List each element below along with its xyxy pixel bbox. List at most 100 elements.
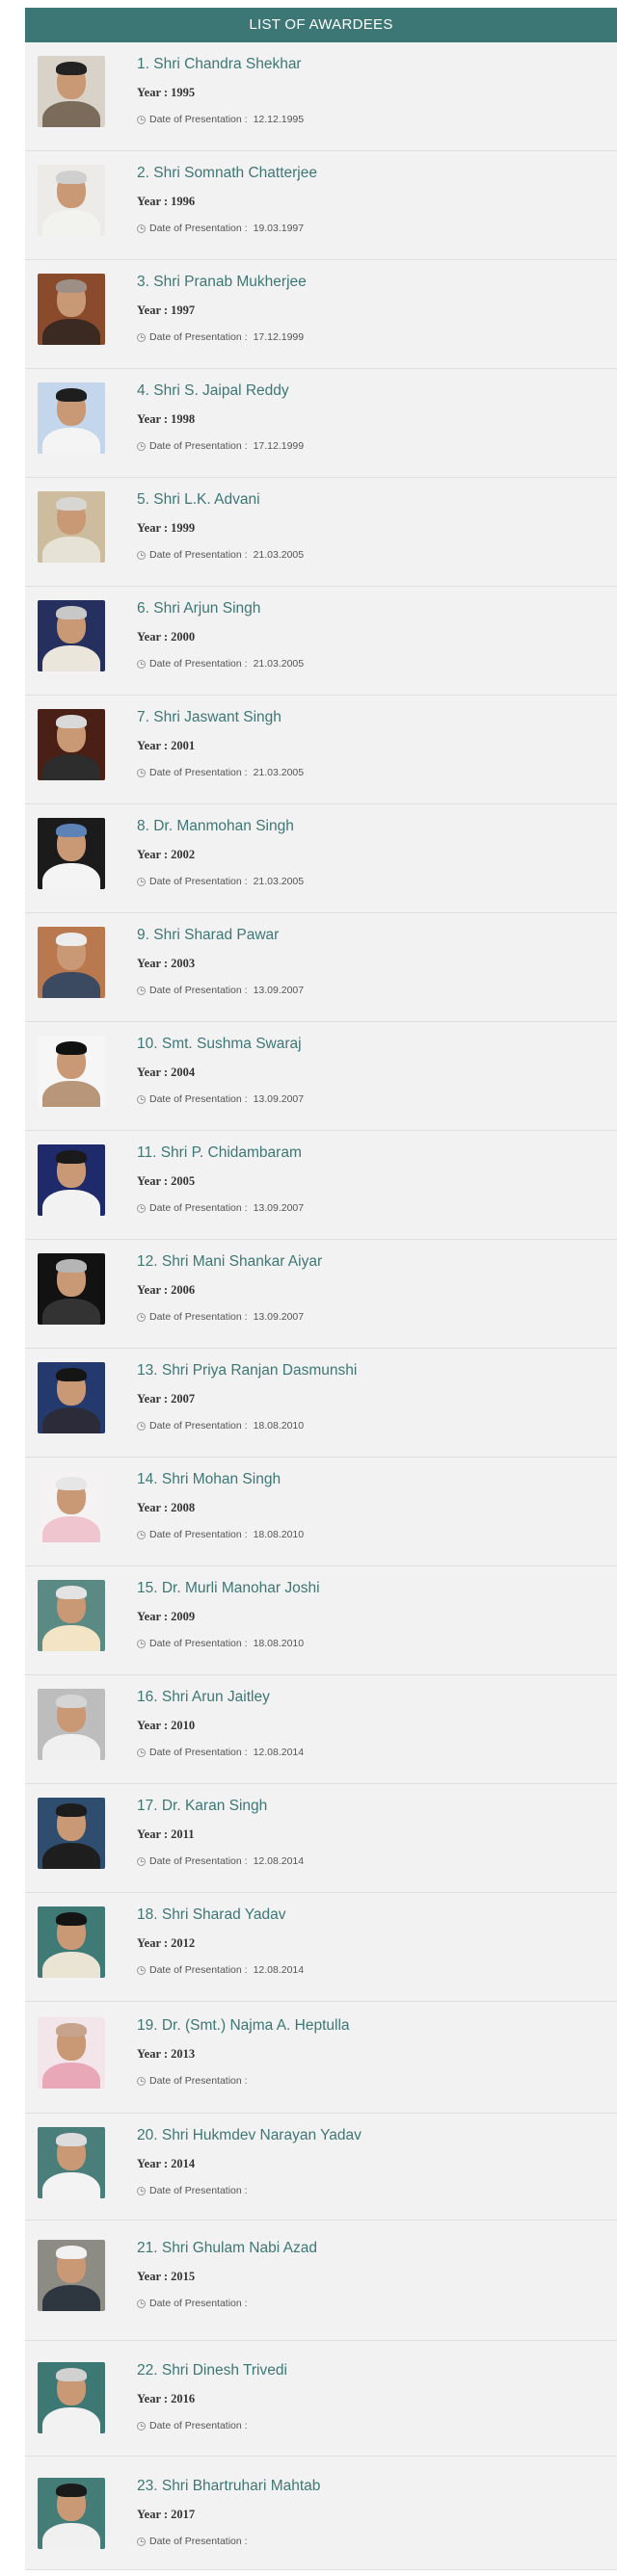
photo-body <box>42 2172 100 2198</box>
photo-hair <box>56 715 87 728</box>
photo-body <box>42 1299 100 1325</box>
awardee-name[interactable]: 16. Shri Arun Jaitley <box>137 1689 270 1706</box>
presentation-date: Date of Presentation : 18.08.2010 <box>137 1420 304 1432</box>
presentation-date: Date of Presentation : 13.09.2007 <box>137 1311 304 1323</box>
awardee-list: 1. Shri Chandra Shekhar Year : 1995 Date o… <box>25 42 617 2570</box>
date-value: 18.08.2010 <box>253 1638 305 1649</box>
clock-icon <box>137 1204 146 1213</box>
photo-hair <box>56 279 87 293</box>
photo-hair <box>56 606 87 619</box>
photo-hair <box>56 1150 87 1164</box>
clock-icon <box>137 2537 146 2546</box>
awardee-year: Year : 2001 <box>137 739 196 752</box>
awardee-year: Year : 1997 <box>137 303 196 317</box>
date-label: Date of Presentation : <box>149 1093 248 1105</box>
awardee-name[interactable]: 4. Shri S. Jaipal Reddy <box>137 382 289 400</box>
awardee-photo <box>38 382 105 454</box>
awardee-year: Year : 2006 <box>137 1283 196 1297</box>
photo-body <box>42 1190 100 1216</box>
presentation-date: Date of Presentation : <box>137 2420 254 2431</box>
awardee-photo <box>38 2240 105 2311</box>
date-label: Date of Presentation : <box>149 440 248 452</box>
photo-hair <box>56 2368 87 2381</box>
awardee-name[interactable]: 10. Smt. Sushma Swaraj <box>137 1036 302 1053</box>
awardee-name[interactable]: 23. Shri Bhartruhari Mahtab <box>137 2478 320 2495</box>
awardee-item: 6. Shri Arjun Singh Year : 2000 Date of Pr… <box>25 587 617 696</box>
clock-icon <box>137 1313 146 1322</box>
awardee-name[interactable]: 13. Shri Priya Ranjan Dasmunshi <box>137 1362 357 1380</box>
presentation-date: Date of Presentation : 13.09.2007 <box>137 985 304 996</box>
date-label: Date of Presentation : <box>149 767 248 778</box>
photo-hair <box>56 933 87 946</box>
awardee-year: Year : 2005 <box>137 1174 196 1188</box>
date-label: Date of Presentation : <box>149 331 248 343</box>
photo-hair <box>56 497 87 511</box>
clock-icon <box>137 986 146 995</box>
list-header: LIST OF AWARDEES <box>25 8 617 42</box>
date-label: Date of Presentation : <box>149 985 248 996</box>
awardee-year: Year : 2012 <box>137 1936 196 1950</box>
photo-body <box>42 645 100 671</box>
photo-body <box>42 754 100 780</box>
awardee-name[interactable]: 21. Shri Ghulam Nabi Azad <box>137 2240 317 2257</box>
presentation-date: Date of Presentation : 12.08.2014 <box>137 1855 304 1867</box>
photo-body <box>42 537 100 563</box>
date-value: 13.09.2007 <box>253 1202 305 1214</box>
date-label: Date of Presentation : <box>149 2185 248 2196</box>
awardee-year: Year : 2002 <box>137 848 196 861</box>
date-label: Date of Presentation : <box>149 549 248 561</box>
awardee-name[interactable]: 3. Shri Pranab Mukherjee <box>137 274 307 291</box>
awardee-name[interactable]: 5. Shri L.K. Advani <box>137 491 260 509</box>
awardee-name[interactable]: 14. Shri Mohan Singh <box>137 1471 281 1488</box>
awardee-year: Year : 2017 <box>137 2508 196 2521</box>
awardee-name[interactable]: 18. Shri Sharad Yadav <box>137 1906 286 1924</box>
awardee-item: 12. Shri Mani Shankar Aiyar Year : 2006 Da… <box>25 1240 617 1349</box>
awardee-item: 21. Shri Ghulam Nabi Azad Year : 2015 Date… <box>25 2221 617 2341</box>
date-value: 12.08.2014 <box>253 1747 305 1758</box>
awardee-name[interactable]: 1. Shri Chandra Shekhar <box>137 56 302 73</box>
awardee-name[interactable]: 7. Shri Jaswant Singh <box>137 709 282 726</box>
date-label: Date of Presentation : <box>149 2298 248 2309</box>
photo-body <box>42 1734 100 1760</box>
awardee-year: Year : 2015 <box>137 2270 196 2283</box>
date-label: Date of Presentation : <box>149 1638 248 1649</box>
clock-icon <box>137 1422 146 1431</box>
clock-icon <box>137 1095 146 1104</box>
clock-icon <box>137 2077 146 2086</box>
awardee-item: 10. Smt. Sushma Swaraj Year : 2004 Date of… <box>25 1022 617 1131</box>
photo-body <box>42 863 100 889</box>
date-label: Date of Presentation : <box>149 114 248 125</box>
awardee-name[interactable]: 15. Dr. Murli Manohar Joshi <box>137 1580 320 1597</box>
photo-hair <box>56 824 87 837</box>
awardee-item: 23. Shri Bhartruhari Mahtab Year : 2017 Da… <box>25 2457 617 2570</box>
date-value: 18.08.2010 <box>253 1529 305 1540</box>
awardee-name[interactable]: 6. Shri Arjun Singh <box>137 600 260 618</box>
presentation-date: Date of Presentation : 12.12.1995 <box>137 114 304 125</box>
awardee-name[interactable]: 8. Dr. Manmohan Singh <box>137 818 294 835</box>
awardees-panel: LIST OF AWARDEES 1. Shri Chandra Shekhar… <box>25 8 617 2570</box>
clock-icon <box>137 878 146 886</box>
date-value: 12.12.1995 <box>253 114 305 125</box>
photo-hair <box>56 388 87 402</box>
awardee-name[interactable]: 17. Dr. Karan Singh <box>137 1798 267 1815</box>
date-label: Date of Presentation : <box>149 1420 248 1432</box>
awardee-item: 8. Dr. Manmohan Singh Year : 2002 Date of … <box>25 804 617 913</box>
awardee-name[interactable]: 22. Shri Dinesh Trivedi <box>137 2362 287 2379</box>
awardee-year: Year : 2007 <box>137 1392 196 1406</box>
photo-hair <box>56 1259 87 1273</box>
clock-icon <box>137 769 146 777</box>
awardee-name[interactable]: 9. Shri Sharad Pawar <box>137 927 279 944</box>
awardee-year: Year : 2000 <box>137 630 196 644</box>
awardee-name[interactable]: 2. Shri Somnath Chatterjee <box>137 165 317 182</box>
date-label: Date of Presentation : <box>149 1964 248 1976</box>
awardee-name[interactable]: 12. Shri Mani Shankar Aiyar <box>137 1253 322 1271</box>
awardee-name[interactable]: 11. Shri P. Chidambaram <box>137 1144 302 1162</box>
awardee-name[interactable]: 19. Dr. (Smt.) Najma A. Heptulla <box>137 2017 350 2035</box>
photo-body <box>42 972 100 998</box>
photo-hair <box>56 1586 87 1599</box>
photo-hair <box>56 171 87 184</box>
presentation-date: Date of Presentation : 19.03.1997 <box>137 223 304 234</box>
awardee-year: Year : 2009 <box>137 1610 196 1623</box>
awardee-name[interactable]: 20. Shri Hukmdev Narayan Yadav <box>137 2127 362 2144</box>
date-value: 12.08.2014 <box>253 1855 305 1867</box>
